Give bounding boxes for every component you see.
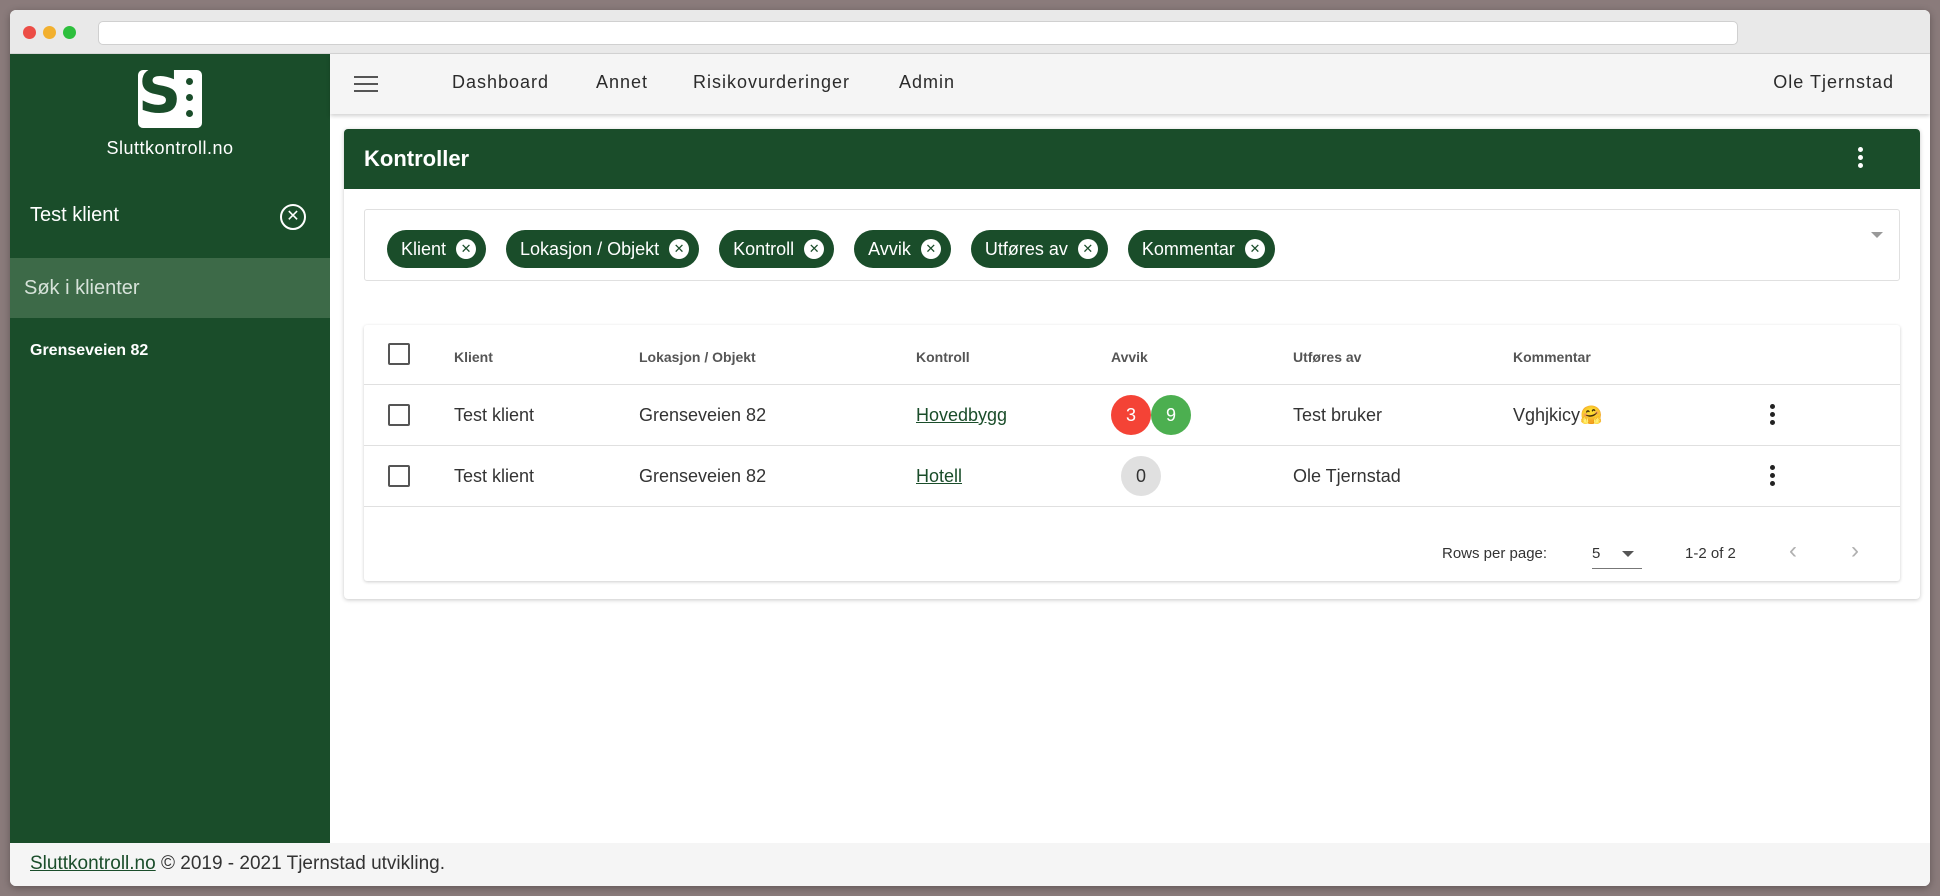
rows-per-page-label: Rows per page: <box>1442 545 1548 562</box>
kontroller-table: Klient Lokasjon / Objekt Kontroll Avvik … <box>364 325 1900 581</box>
row-checkbox[interactable] <box>388 404 410 426</box>
remove-chip-icon[interactable]: ✕ <box>920 239 941 259</box>
row-more-icon[interactable] <box>1770 404 1776 428</box>
footer-text: © 2019 - 2021 Tjernstad utvikling. <box>160 853 446 874</box>
avvik-total-badge: 0 <box>1121 456 1161 496</box>
kontroller-card: Kontroller Klient ✕ Lokasjon / Objekt ✕ Ko… <box>344 129 1920 599</box>
cell-kommentar: Vghjkicy🤗 <box>1513 405 1603 425</box>
select-all-checkbox[interactable] <box>388 343 410 365</box>
selected-client-name: Test klient <box>30 204 119 226</box>
title-bar <box>10 10 1930 54</box>
filter-chips: Klient ✕ Lokasjon / Objekt ✕ Kontroll ✕ Avv… <box>387 230 1275 268</box>
close-window-button[interactable] <box>23 26 36 39</box>
brand-name: Sluttkontroll.no <box>106 138 234 158</box>
kontroll-link[interactable]: Hovedbygg <box>916 405 1007 426</box>
pagination-range: 1-2 of 2 <box>1685 545 1736 562</box>
avvik-closed-badge: 9 <box>1151 395 1191 435</box>
remove-chip-icon[interactable]: ✕ <box>804 239 825 259</box>
chevron-down-icon[interactable] <box>1871 232 1883 238</box>
clear-client-icon[interactable]: ✕ <box>280 204 306 230</box>
remove-chip-icon[interactable]: ✕ <box>456 239 477 259</box>
column-header-avvik[interactable]: Avvik <box>1111 349 1148 365</box>
divider <box>364 445 1900 446</box>
cell-lokasjon: Grenseveien 82 <box>639 466 767 486</box>
cell-utfores-av: Test bruker <box>1293 405 1383 425</box>
card-header: Kontroller <box>344 129 1920 189</box>
card-more-icon[interactable] <box>1858 147 1864 171</box>
minimize-window-button[interactable] <box>43 26 56 39</box>
chip-utfores-av[interactable]: Utføres av ✕ <box>970 230 1108 268</box>
column-filter[interactable]: Klient ✕ Lokasjon / Objekt ✕ Kontroll ✕ Avv… <box>364 209 1900 281</box>
sidebar: S Sluttkontroll.no Test klient ✕ Grensev… <box>10 54 330 843</box>
logo-icon: S <box>138 70 202 128</box>
cell-klient: Test klient <box>454 466 535 486</box>
footer: Sluttkontroll.no © 2019 - 2021 Tjernstad… <box>10 843 1930 886</box>
row-checkbox[interactable] <box>388 465 410 487</box>
chip-avvik[interactable]: Avvik ✕ <box>854 230 951 268</box>
caret-down-icon <box>1622 551 1634 557</box>
divider <box>364 506 1900 507</box>
rows-per-page-select[interactable]: 5 <box>1592 537 1642 569</box>
avvik-open-badge: 3 <box>1111 395 1151 435</box>
divider <box>364 384 1900 385</box>
page-title: Kontroller <box>364 146 470 171</box>
top-nav: Dashboard Annet Risikovurderinger Admin … <box>330 54 1930 114</box>
row-more-icon[interactable] <box>1770 465 1776 489</box>
nav-annet[interactable]: Annet <box>596 72 648 93</box>
chip-lokasjon[interactable]: Lokasjon / Objekt ✕ <box>506 230 700 268</box>
browser-window: S Sluttkontroll.no Test klient ✕ Grensev… <box>10 10 1930 886</box>
nav-admin[interactable]: Admin <box>899 72 955 93</box>
cell-utfores-av: Ole Tjernstad <box>1293 466 1401 486</box>
cell-klient: Test klient <box>454 405 535 425</box>
client-search-input[interactable] <box>10 258 330 318</box>
kontroll-link[interactable]: Hotell <box>916 466 962 487</box>
column-header-kommentar[interactable]: Kommentar <box>1513 349 1591 365</box>
maximize-window-button[interactable] <box>63 26 76 39</box>
column-header-klient[interactable]: Klient <box>454 349 493 365</box>
cell-lokasjon: Grenseveien 82 <box>639 405 767 425</box>
user-menu[interactable]: Ole Tjernstad <box>1773 72 1894 93</box>
remove-chip-icon[interactable]: ✕ <box>1077 239 1098 259</box>
chip-klient[interactable]: Klient ✕ <box>387 230 487 268</box>
column-header-utfores-av[interactable]: Utføres av <box>1293 349 1361 365</box>
chip-kommentar[interactable]: Kommentar ✕ <box>1127 230 1275 268</box>
nav-risikovurderinger[interactable]: Risikovurderinger <box>693 72 850 93</box>
column-header-kontroll[interactable]: Kontroll <box>916 349 970 365</box>
column-header-lokasjon[interactable]: Lokasjon / Objekt <box>639 349 756 365</box>
chip-kontroll[interactable]: Kontroll ✕ <box>719 230 835 268</box>
footer-link[interactable]: Sluttkontroll.no <box>30 853 156 874</box>
remove-chip-icon[interactable]: ✕ <box>669 239 690 259</box>
previous-page-icon[interactable]: ‹ <box>1789 537 1797 565</box>
next-page-icon[interactable]: › <box>1851 537 1859 565</box>
sidebar-item-grenseveien-82[interactable]: Grenseveien 82 <box>30 342 148 360</box>
selected-client: Test klient ✕ <box>10 194 330 238</box>
remove-chip-icon[interactable]: ✕ <box>1244 239 1265 259</box>
address-bar[interactable] <box>98 21 1738 45</box>
menu-icon[interactable] <box>354 76 378 94</box>
nav-dashboard[interactable]: Dashboard <box>452 72 549 93</box>
